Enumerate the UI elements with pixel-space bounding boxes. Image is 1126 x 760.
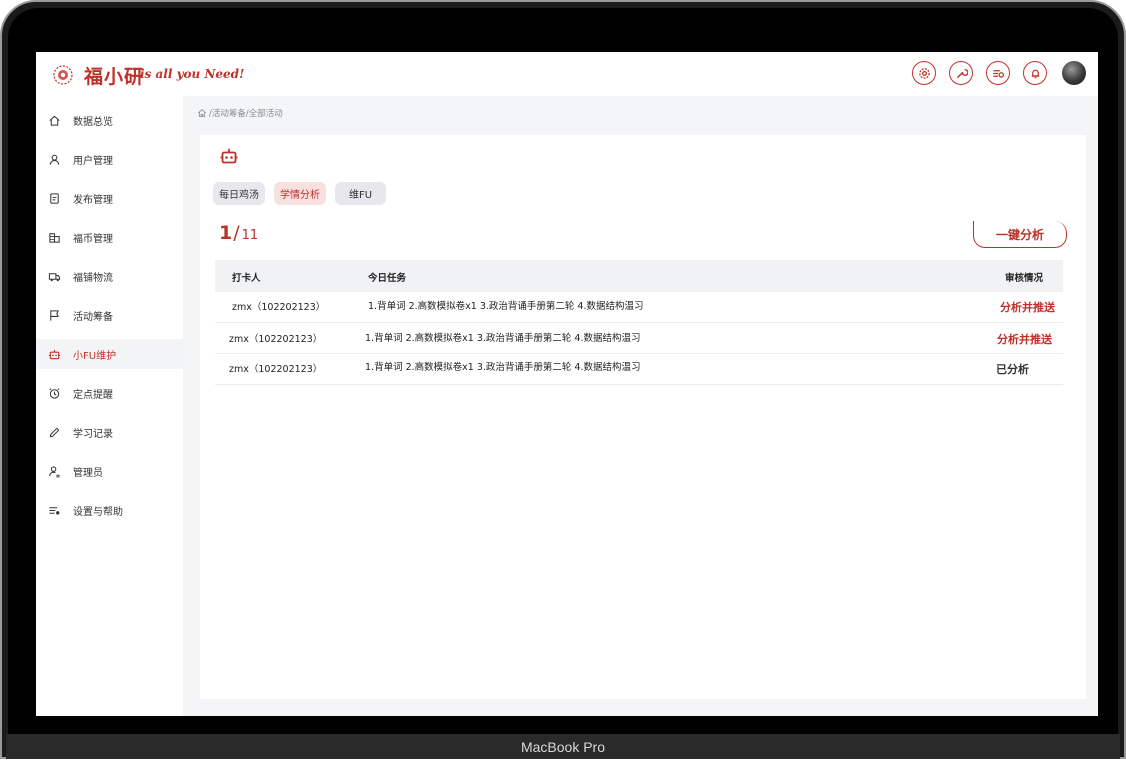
sidebar-item-label: 小FU维护 <box>73 350 117 362</box>
page-counter: 1 / 11 <box>219 222 258 244</box>
brand-tagline: is all you Need! <box>140 67 245 81</box>
sidebar-item-label: 定点提醒 <box>73 389 113 401</box>
counter-current: 1 <box>219 222 233 244</box>
bell-icon[interactable] <box>1023 61 1047 85</box>
device-label: MacBook Pro <box>6 734 1120 759</box>
truck-icon <box>48 272 61 281</box>
breadcrumb-path[interactable]: /活动筹备/全部活动 <box>209 107 283 119</box>
one-click-analyze-button[interactable]: 一键分析 <box>973 221 1067 248</box>
sidebar: 数据总览 用户管理 发布管理 福币管理 福铺物流 活动筹备 小FU维护 定点提醒… <box>36 96 183 716</box>
sidebar-item-label: 设置与帮助 <box>73 506 123 518</box>
sidebar-item-publish-management[interactable]: 发布管理 <box>36 183 183 213</box>
settings-icon[interactable] <box>912 61 936 85</box>
sidebar-item-data-overview[interactable]: 数据总览 <box>36 105 183 135</box>
sidebar-item-study-records[interactable]: 学习记录 <box>36 417 183 447</box>
table-row: zmx（102202123） 1.背单词 2.高数模拟卷x1 3.政治背诵手册第… <box>215 354 1063 385</box>
user-avatar[interactable] <box>1062 61 1086 85</box>
status-analyzed: 已分析 <box>996 363 1029 376</box>
column-header-checker: 打卡人 <box>232 273 261 284</box>
main-content: /活动筹备/全部活动 每日鸡汤 学情分析 维FU 1 / 11 一键分析 打卡人… <box>183 96 1098 716</box>
document-icon <box>50 192 59 204</box>
column-header-review: 审核情况 <box>1004 273 1043 284</box>
logo-icon <box>53 65 73 85</box>
sidebar-item-label: 用户管理 <box>73 155 113 167</box>
tab-fu-maintenance[interactable]: 维FU <box>335 182 387 205</box>
home-icon <box>49 115 60 126</box>
tab-daily-inspiration[interactable]: 每日鸡汤 <box>213 182 265 205</box>
robot-icon <box>220 148 238 164</box>
sidebar-item-label: 数据总览 <box>73 116 113 128</box>
coins-icon <box>49 232 60 243</box>
brand-name: 福小研 <box>84 66 145 88</box>
sidebar-item-settings-help[interactable]: 设置与帮助 <box>36 495 183 525</box>
alarm-icon <box>49 387 60 399</box>
row-user: zmx（102202123） <box>229 364 323 375</box>
sidebar-item-admins[interactable]: 管理员 <box>36 456 183 486</box>
search-list-icon[interactable] <box>986 61 1010 85</box>
sidebar-item-fu-maintenance[interactable]: 小FU维护 <box>36 339 183 369</box>
settings-list-icon <box>49 506 60 514</box>
row-task: 1.背单词 2.高数模拟卷x1 3.政治背诵手册第二轮 4.数据结构温习 <box>365 362 641 373</box>
user-icon <box>49 154 60 165</box>
app-screen: 福小研 is all you Need! 数据总览 用户管理 发布管理 福币管理… <box>36 52 1098 716</box>
row-task: 1.背单词 2.高数模拟卷x1 3.政治背诵手册第二轮 4.数据结构温习 <box>368 301 644 312</box>
analyze-push-button[interactable]: 分析并推送 <box>1000 299 1055 315</box>
table-header: 打卡人 今日任务 审核情况 <box>215 260 1063 292</box>
column-header-task: 今日任务 <box>368 273 407 284</box>
counter-separator: / <box>233 222 240 244</box>
sidebar-item-user-management[interactable]: 用户管理 <box>36 144 183 174</box>
sidebar-item-label: 活动筹备 <box>73 311 113 323</box>
sidebar-item-label: 福币管理 <box>73 233 113 245</box>
tab-learning-analysis[interactable]: 学情分析 <box>274 182 326 205</box>
row-user: zmx（102202123） <box>229 334 323 345</box>
checkin-table: 打卡人 今日任务 审核情况 zmx（102202123） 1.背单词 2.高数模… <box>215 260 1063 385</box>
sidebar-item-reminders[interactable]: 定点提醒 <box>36 378 183 408</box>
home-icon[interactable] <box>197 108 207 118</box>
breadcrumb: /活动筹备/全部活动 <box>197 107 283 119</box>
header-actions <box>912 61 1086 85</box>
top-header: 福小研 is all you Need! <box>36 52 1098 96</box>
sidebar-item-event-prep[interactable]: 活动筹备 <box>36 300 183 330</box>
flag-icon <box>50 309 59 321</box>
sidebar-item-label: 发布管理 <box>73 194 113 206</box>
row-task: 1.背单词 2.高数模拟卷x1 3.政治背诵手册第二轮 4.数据结构温习 <box>365 333 641 344</box>
analyze-push-button[interactable]: 分析并推送 <box>997 331 1052 347</box>
counter-total: 11 <box>241 228 259 243</box>
content-card: 每日鸡汤 学情分析 维FU 1 / 11 一键分析 打卡人 今日任务 审核情况 … <box>200 135 1086 699</box>
table-row: zmx（102202123） 1.背单词 2.高数模拟卷x1 3.政治背诵手册第… <box>215 292 1063 323</box>
category-tabs: 每日鸡汤 学情分析 维FU <box>213 182 387 205</box>
row-user: zmx（102202123） <box>232 302 326 313</box>
wrench-icon[interactable] <box>949 61 973 85</box>
table-row: zmx（102202123） 1.背单词 2.高数模拟卷x1 3.政治背诵手册第… <box>215 323 1063 354</box>
sidebar-item-label: 学习记录 <box>73 428 113 440</box>
admin-icon <box>49 465 60 477</box>
robot-icon <box>48 349 61 359</box>
sidebar-item-logistics[interactable]: 福铺物流 <box>36 261 183 291</box>
sidebar-item-label: 管理员 <box>73 467 103 479</box>
sidebar-item-label: 福铺物流 <box>73 272 113 284</box>
sidebar-item-coin-management[interactable]: 福币管理 <box>36 222 183 252</box>
pencil-icon <box>49 427 60 437</box>
